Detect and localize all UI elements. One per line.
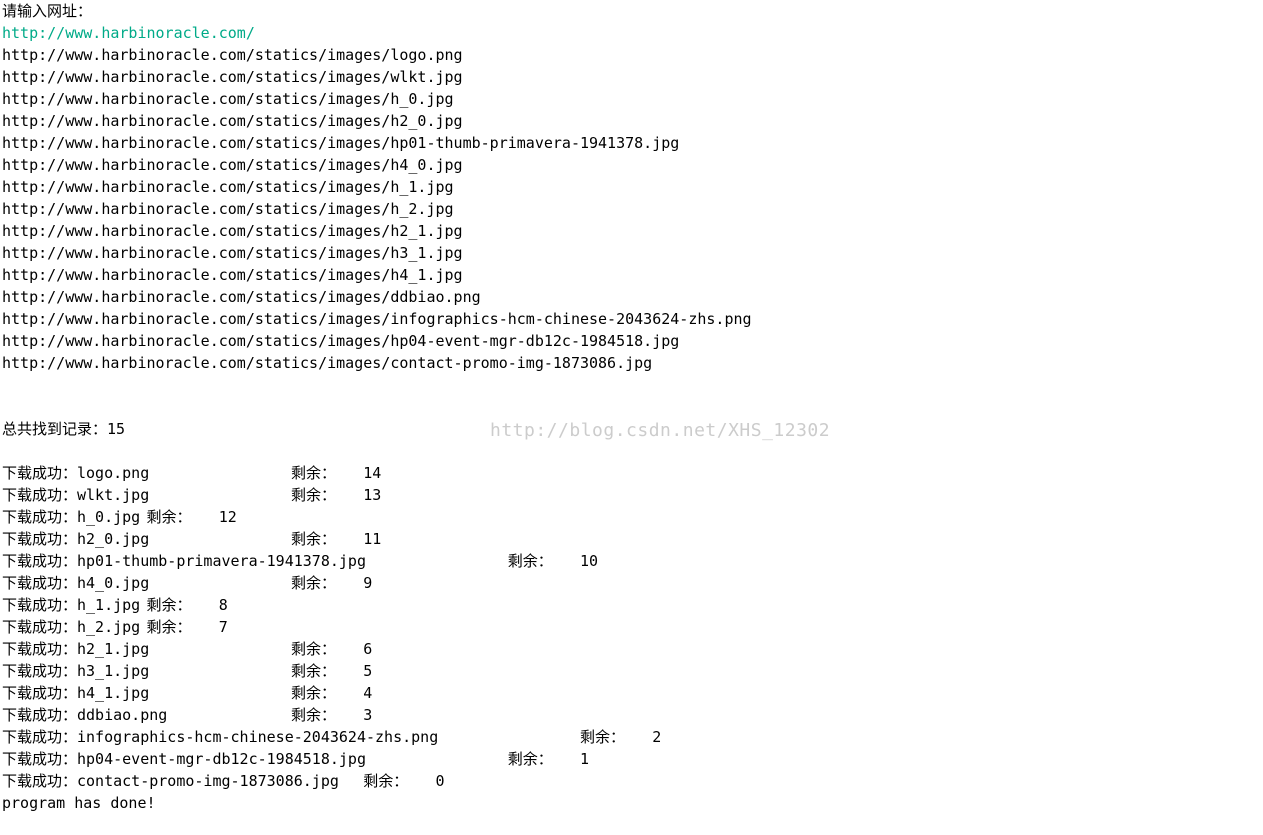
found-url-list: http://www.harbinoracle.com/statics/imag… [2,44,1261,374]
prompt-label: 请输入网址： [2,0,1261,22]
program-done-line: program has done! [2,792,1261,814]
spacer [2,440,1261,462]
summary-line: 总共找到记录：15 [2,418,1261,440]
download-progress-list: 下载成功：logo.png 剩余： 14 下载成功：wlkt.jpg 剩余： 1… [2,462,1261,792]
spacer [2,374,1261,418]
entered-url: http://www.harbinoracle.com/ [2,22,1261,44]
console-output-page: 请输入网址： http://www.harbinoracle.com/ http… [0,0,1263,835]
